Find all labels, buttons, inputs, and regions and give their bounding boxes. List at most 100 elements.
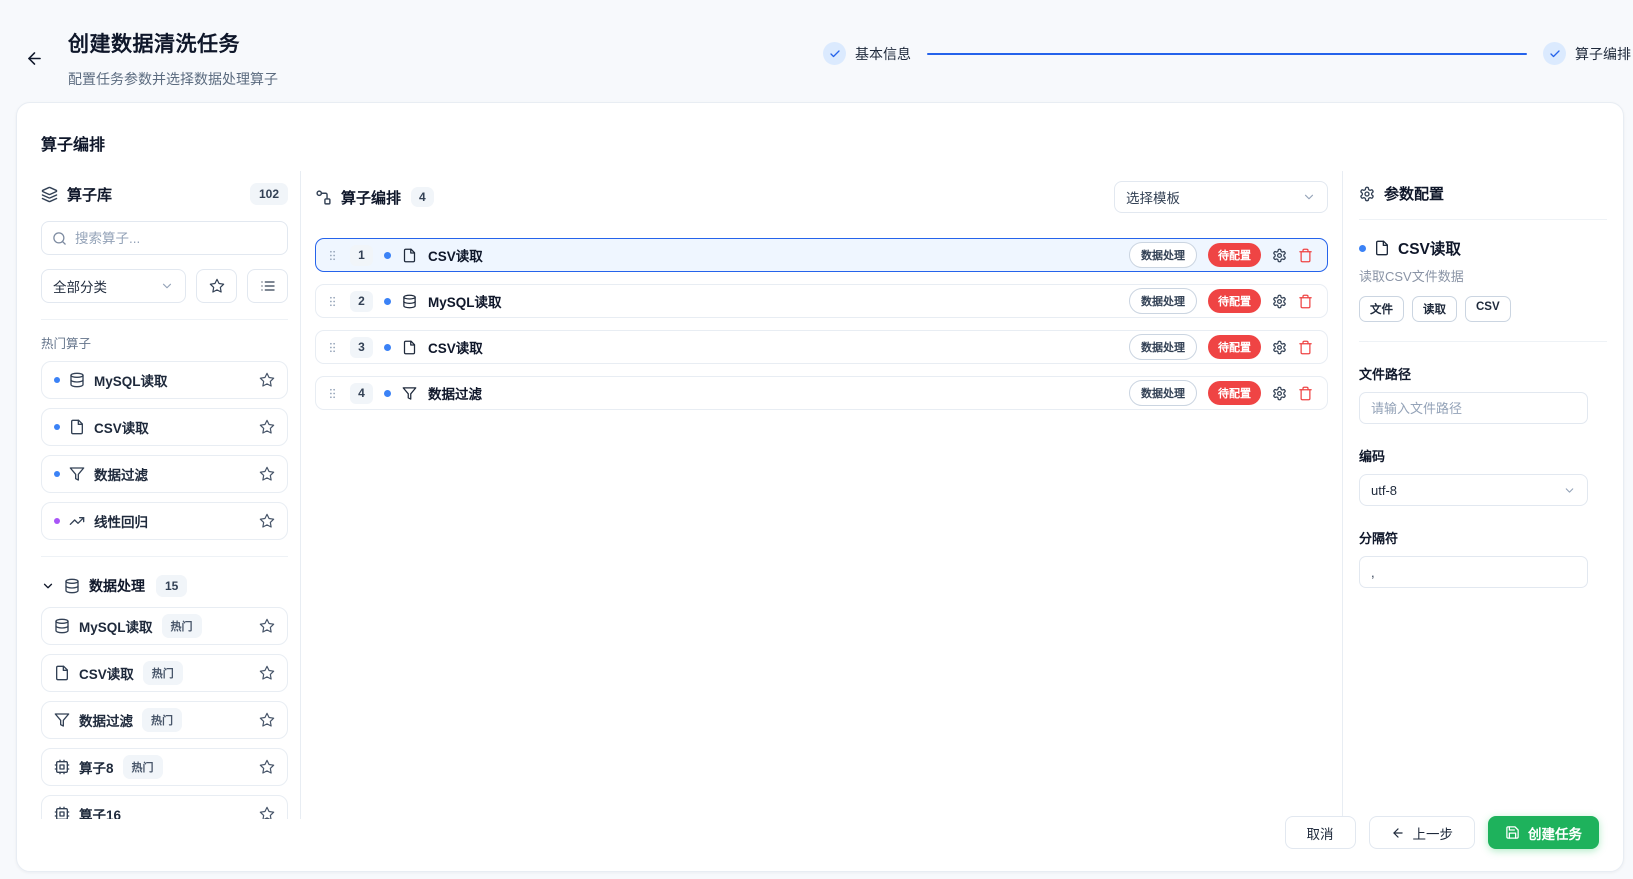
- delimiter-input[interactable]: [1359, 556, 1588, 588]
- search-input[interactable]: [75, 231, 277, 246]
- pipeline-row-mysql-read[interactable]: 2 MySQL读取 数据处理 待配置: [315, 284, 1328, 318]
- status-dot: [384, 298, 391, 305]
- library-item-mysql-read[interactable]: MySQL读取: [41, 361, 288, 399]
- configure-button[interactable]: [1272, 248, 1287, 263]
- configure-button[interactable]: [1272, 386, 1287, 401]
- delete-button[interactable]: [1298, 340, 1313, 355]
- favorite-star-button[interactable]: [259, 618, 275, 634]
- row-index-badge: 1: [350, 245, 373, 266]
- pipeline-row-csv-read[interactable]: 3 CSV读取 数据处理 待配置: [315, 330, 1328, 364]
- group-header-data-processing[interactable]: 数据处理 15: [41, 574, 288, 598]
- library-item-linear-regression[interactable]: 线性回归: [41, 502, 288, 540]
- pipeline-row-csv-read[interactable]: 1 CSV读取 数据处理 待配置: [315, 238, 1328, 272]
- search-icon: [52, 231, 67, 246]
- save-icon: [1505, 825, 1520, 840]
- hot-badge: 热门: [123, 755, 163, 779]
- library-item-csv-read[interactable]: CSV读取 热门: [41, 654, 288, 692]
- item-label: 线性回归: [94, 511, 148, 531]
- status-dot: [384, 390, 391, 397]
- list-icon: [260, 278, 276, 294]
- favorite-star-button[interactable]: [259, 466, 275, 482]
- category-badge: 数据处理: [1129, 288, 1197, 314]
- delete-button[interactable]: [1298, 294, 1313, 309]
- cancel-button[interactable]: 取消: [1285, 816, 1356, 849]
- file-path-input[interactable]: [1359, 392, 1588, 424]
- configure-button[interactable]: [1272, 294, 1287, 309]
- star-icon: [259, 419, 275, 435]
- library-item-csv-read[interactable]: CSV读取: [41, 408, 288, 446]
- hot-badge: 热门: [162, 614, 202, 638]
- favorite-star-button[interactable]: [259, 665, 275, 681]
- arrow-left-icon: [1391, 826, 1405, 840]
- status-dot: [54, 518, 60, 524]
- trend-up-icon: [69, 513, 85, 529]
- check-icon: [823, 42, 846, 65]
- file-icon: [1374, 240, 1390, 256]
- delete-button[interactable]: [1298, 386, 1313, 401]
- library-item-operator-8[interactable]: 算子8 热门: [41, 748, 288, 786]
- favorite-star-button[interactable]: [259, 372, 275, 388]
- row-index-badge: 3: [350, 337, 373, 358]
- page-header: 创建数据清洗任务 配置任务参数并选择数据处理算子 基本信息 算子编排: [0, 0, 1633, 100]
- drag-handle-icon[interactable]: [326, 295, 339, 308]
- drag-handle-icon[interactable]: [326, 341, 339, 354]
- divider: [41, 319, 288, 320]
- selected-operator-description: 读取CSV文件数据: [1359, 266, 1607, 285]
- favorites-filter-button[interactable]: [196, 269, 237, 303]
- previous-step-button[interactable]: 上一步: [1369, 816, 1476, 849]
- encoding-select[interactable]: utf-8: [1359, 474, 1588, 506]
- status-dot: [384, 252, 391, 259]
- row-label: CSV读取: [428, 245, 483, 265]
- trash-icon: [1298, 248, 1313, 263]
- operator-search: [41, 221, 288, 255]
- library-item-mysql-read[interactable]: MySQL读取 热门: [41, 607, 288, 645]
- step-label: 基本信息: [855, 44, 911, 64]
- favorite-star-button[interactable]: [259, 806, 275, 819]
- item-label: MySQL读取: [79, 616, 153, 636]
- encoding-label: 编码: [1359, 446, 1607, 465]
- chevron-down-icon: [160, 279, 174, 293]
- filter-icon: [402, 386, 417, 401]
- drag-handle-icon[interactable]: [326, 249, 339, 262]
- library-item-data-filter[interactable]: 数据过滤 热门: [41, 701, 288, 739]
- database-icon: [402, 294, 417, 309]
- category-select-value: 全部分类: [53, 276, 107, 296]
- trash-icon: [1298, 294, 1313, 309]
- encoding-select-value: utf-8: [1371, 483, 1397, 498]
- delete-button[interactable]: [1298, 248, 1313, 263]
- create-task-button[interactable]: 创建任务: [1488, 816, 1599, 849]
- row-index-badge: 2: [350, 291, 373, 312]
- library-item-data-filter[interactable]: 数据过滤: [41, 455, 288, 493]
- row-index-badge: 4: [350, 383, 373, 404]
- database-icon: [69, 372, 85, 388]
- drag-handle-icon[interactable]: [326, 387, 339, 400]
- favorite-star-button[interactable]: [259, 759, 275, 775]
- orchestration-card: 算子编排 算子库 102 全部分类: [16, 102, 1624, 872]
- star-icon: [259, 806, 275, 819]
- database-icon: [54, 618, 70, 634]
- status-dot: [54, 424, 60, 430]
- row-label: MySQL读取: [428, 291, 502, 311]
- file-icon: [69, 419, 85, 435]
- filter-icon: [69, 466, 85, 482]
- star-icon: [209, 278, 225, 294]
- favorite-star-button[interactable]: [259, 419, 275, 435]
- page-subtitle: 配置任务参数并选择数据处理算子: [68, 69, 278, 89]
- operator-library-panel: 算子库 102 全部分类: [17, 171, 301, 819]
- configure-button[interactable]: [1272, 340, 1287, 355]
- back-button[interactable]: [22, 46, 46, 70]
- pipeline-row-data-filter[interactable]: 4 数据过滤 数据处理 待配置: [315, 376, 1328, 410]
- step-basic-info[interactable]: 基本信息: [823, 42, 911, 65]
- template-select[interactable]: 选择模板: [1114, 181, 1328, 213]
- step-operator-orchestration[interactable]: 算子编排: [1543, 42, 1631, 65]
- trash-icon: [1298, 340, 1313, 355]
- category-badge: 数据处理: [1129, 380, 1197, 406]
- category-select[interactable]: 全部分类: [41, 269, 186, 303]
- group-count-badge: 15: [156, 575, 187, 597]
- group-label: 数据处理: [89, 576, 145, 596]
- favorite-star-button[interactable]: [259, 712, 275, 728]
- parameter-panel: 参数配置 CSV读取 读取CSV文件数据 文件 读取 CSV 文件路径 编码: [1342, 171, 1623, 819]
- favorite-star-button[interactable]: [259, 513, 275, 529]
- library-item-operator-16[interactable]: 算子16: [41, 795, 288, 819]
- list-view-button[interactable]: [247, 269, 288, 303]
